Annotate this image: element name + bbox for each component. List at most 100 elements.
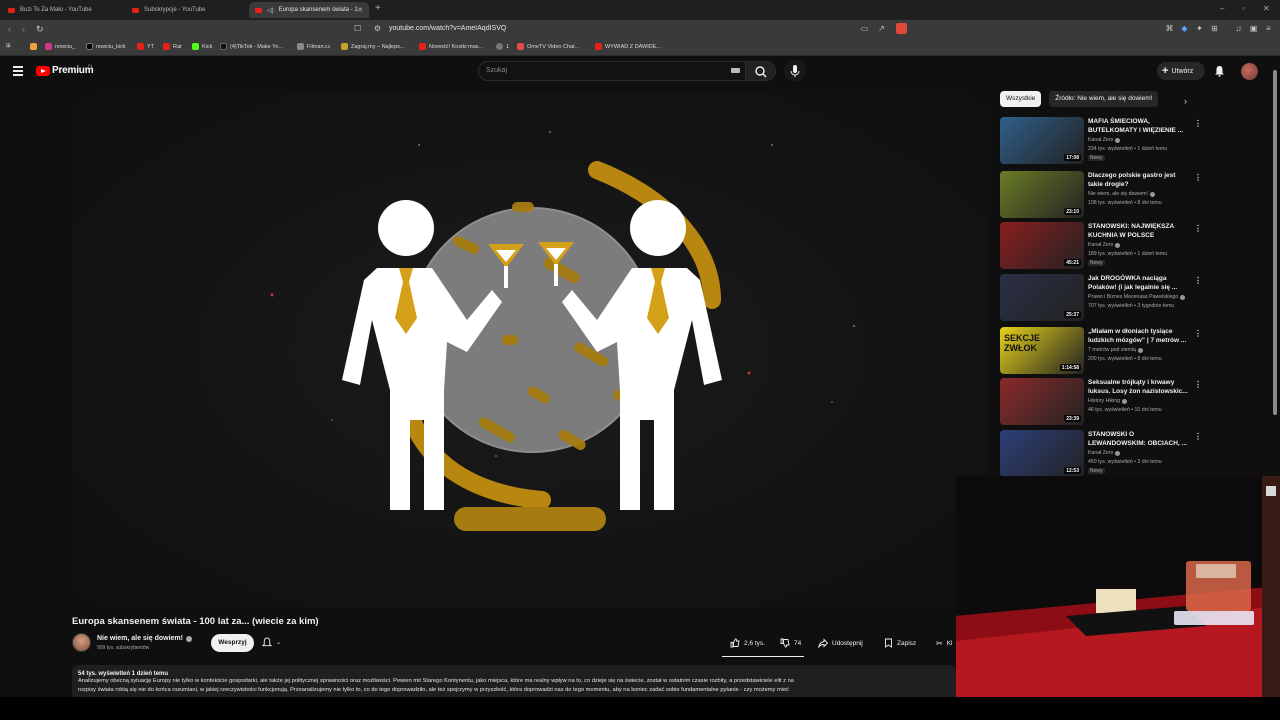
chip-source[interactable]: Źródło: Nie wiem, ale się dowiem! [1049,91,1159,107]
bookmark-item[interactable]: Kick [192,43,212,50]
extensions-puzzle-icon[interactable]: ⊞ [1210,24,1219,33]
recommendation-item[interactable]: SEKCJE ZWŁOK 1:14:58 „Miałam w dłoniach ty… [1000,327,1202,375]
save-button[interactable]: Zapisz [876,634,924,652]
recommendation-thumbnail[interactable]: 17:08 [1000,117,1084,164]
bookmark-item[interactable]: Filman.cc [297,43,331,50]
clip-button[interactable]: ✂ Kl [928,634,956,652]
channel-name-row[interactable]: Nie wiem, ale się dowiem! [97,635,192,642]
menu-icon[interactable]: ≡ [1264,24,1273,33]
wallet-icon[interactable]: ▣ [1249,24,1258,33]
extension-icon[interactable]: ✦ [1195,24,1204,33]
media-icon[interactable]: ♫ [1234,24,1243,33]
browser-tab[interactable]: Buzi To Za Mało - YouTube [2,2,122,18]
recommendation-item[interactable]: 12:53 STANOWSKI O LEWANDOWSKIM: OBCIACH, … [1000,430,1202,478]
recommendation-item[interactable]: 25:37 Jak DROGÓWKA naciąga Polaków! (i ja… [1000,274,1202,322]
voice-search-button[interactable] [784,60,806,82]
close-window-icon[interactable]: ✕ [1263,4,1270,13]
recommendation-channel[interactable]: Nie wiem, ale się dowiem! [1088,191,1155,197]
bookmark-item[interactable]: Zagraj.my – Najleps... [341,43,405,50]
recommendation-title[interactable]: STANOWSKI O LEWANDOWSKIM: OBCIACH, ... [1088,430,1192,448]
keyboard-icon[interactable] [731,68,740,73]
bookmark-item[interactable]: (4)TikTok - Make Yo... [220,43,283,50]
search-input[interactable] [478,61,746,81]
recommendation-thumbnail[interactable]: SEKCJE ZWŁOK 1:14:58 [1000,327,1084,374]
bookmark-item[interactable]: Nowość! Kostki mas... [419,43,483,50]
cast-icon[interactable]: ▭ [860,24,869,33]
new-tab-icon[interactable]: + [375,3,381,14]
bookmark-item[interactable]: Rat [163,43,182,50]
search-button[interactable] [746,61,776,81]
channel-avatar[interactable] [72,633,91,652]
extension-icon[interactable]: ◆ [1180,24,1189,33]
verified-icon [1115,137,1121,143]
more-options-icon[interactable]: ⋮ [1194,276,1202,285]
youtube-logo-icon[interactable] [36,66,50,76]
brave-shield-icon[interactable] [896,23,907,34]
minimize-icon[interactable]: – [1220,4,1224,13]
recommendation-item[interactable]: 23:10 Dlaczego polskie gastro jest takie … [1000,171,1202,219]
video-player[interactable] [72,90,990,609]
browser-tab[interactable]: Subskrypcje - YouTube [126,2,246,18]
browser-tab-active[interactable]: ◁) Europa skansenem świata - 1 ✕ [249,2,369,18]
recommendation-channel[interactable]: Kanał Zero [1088,137,1121,143]
recommendation-title[interactable]: Jak DROGÓWKA naciąga Polaków! (i jak leg… [1088,274,1192,292]
recommendation-channel[interactable]: 7 metrów pod ziemią [1088,347,1143,353]
close-tab-icon[interactable]: ✕ [357,6,363,14]
recommendation-channel[interactable]: Kanał Zero [1088,450,1121,456]
bookmark-item[interactable]: nowciu_kick [86,43,126,50]
bell-icon[interactable] [1214,65,1225,77]
url-text[interactable]: youtube.com/watch?v=AmeIAqdISVQ [389,25,506,32]
create-button[interactable]: + Utwórz [1157,62,1205,80]
recommendation-title[interactable]: Dlaczego polskie gastro jest takie drogi… [1088,171,1192,189]
description-box[interactable]: 54 tys. wyświetleń 1 dzień temu Analizuj… [72,665,956,701]
more-options-icon[interactable]: ⋮ [1194,432,1202,441]
recommendation-title[interactable]: Seksualne trójkąty i krwawy luksus. Losy… [1088,378,1192,396]
site-info-icon[interactable]: ⚙ [373,24,382,33]
back-icon[interactable]: ‹ [8,24,11,34]
support-button[interactable]: Wesprzyj [211,634,254,652]
more-options-icon[interactable]: ⋮ [1194,380,1202,389]
recommendation-item[interactable]: 23:39 Seksualne trójkąty i krwawy luksus.… [1000,378,1202,426]
like-button[interactable]: 2,6 tys. [722,634,772,652]
bookmark-item[interactable]: 1 [496,43,509,50]
recommendation-title[interactable]: STANOWSKI: NAJWIĘKSZA KUCHNIA W POLSCE [1088,222,1192,240]
more-options-icon[interactable]: ⋮ [1194,119,1202,128]
recommendation-item[interactable]: 17:08 MAFIA ŚMIECIOWA, BUTELKOMATY I WIĘZ… [1000,117,1202,165]
scrollbar-thumb[interactable] [1273,70,1277,415]
apps-grid-icon[interactable]: ⊞ [6,43,11,49]
recommendation-title[interactable]: MAFIA ŚMIECIOWA, BUTELKOMATY I WIĘZIENIE… [1088,117,1192,135]
recommendation-thumbnail[interactable]: 45:21 [1000,222,1084,269]
dislike-button[interactable]: 74 [772,634,806,652]
chip-all[interactable]: Wszystkie [1000,91,1042,107]
bookmark-star-icon[interactable]: ☐ [354,24,361,33]
chevron-right-icon[interactable]: › [1184,96,1187,106]
forward-icon[interactable]: › [22,24,25,34]
bookmark-item[interactable]: YT [137,43,154,50]
share-button[interactable]: Udostępnij [810,634,871,652]
recommendation-item[interactable]: 45:21 STANOWSKI: NAJWIĘKSZA KUCHNIA W POL… [1000,222,1202,270]
more-options-icon[interactable]: ⋮ [1194,173,1202,182]
recommendation-channel[interactable]: Kanał Zero [1088,242,1121,248]
reload-icon[interactable]: ↻ [36,24,44,35]
bookmark-item[interactable]: nowciu_ [45,43,75,50]
hamburger-icon[interactable] [13,66,23,76]
recommendation-channel[interactable]: Prawo i Biznes Mecenasa Pawelskiego [1088,294,1186,300]
bookmark-item[interactable] [30,43,40,50]
recommendation-thumbnail[interactable]: 25:37 [1000,274,1084,321]
bookmark-item[interactable]: OmeTV Video Chat... [517,43,579,50]
bookmark-item[interactable]: WYWIAD Z DAWIDE... [595,43,661,50]
recommendation-thumbnail[interactable]: 23:39 [1000,378,1084,425]
maximize-icon[interactable]: ▫ [1242,4,1245,13]
recommendation-title[interactable]: „Miałam w dłoniach tysiące ludzkich mózg… [1088,327,1192,345]
more-options-icon[interactable]: ⋮ [1194,329,1202,338]
avatar[interactable] [1241,63,1258,80]
recommendation-thumbnail[interactable]: 12:53 [1000,430,1084,477]
recommendation-channel[interactable]: History Hiking [1088,398,1127,404]
extension-icon[interactable]: ⌘ [1165,24,1174,33]
subscription-bell-button[interactable]: ⌄ [262,637,281,648]
recommendation-thumbnail[interactable]: 23:10 [1000,171,1084,218]
verified-icon [185,635,192,642]
channel-name[interactable]: Nie wiem, ale się dowiem! [97,635,183,642]
share-page-icon[interactable]: ↗ [877,24,886,33]
more-options-icon[interactable]: ⋮ [1194,224,1202,233]
